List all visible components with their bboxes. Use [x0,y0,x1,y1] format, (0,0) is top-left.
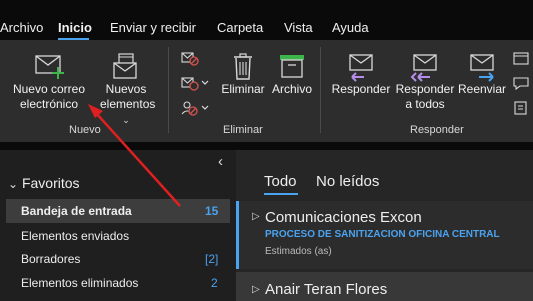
annotation-arrow [88,104,181,207]
